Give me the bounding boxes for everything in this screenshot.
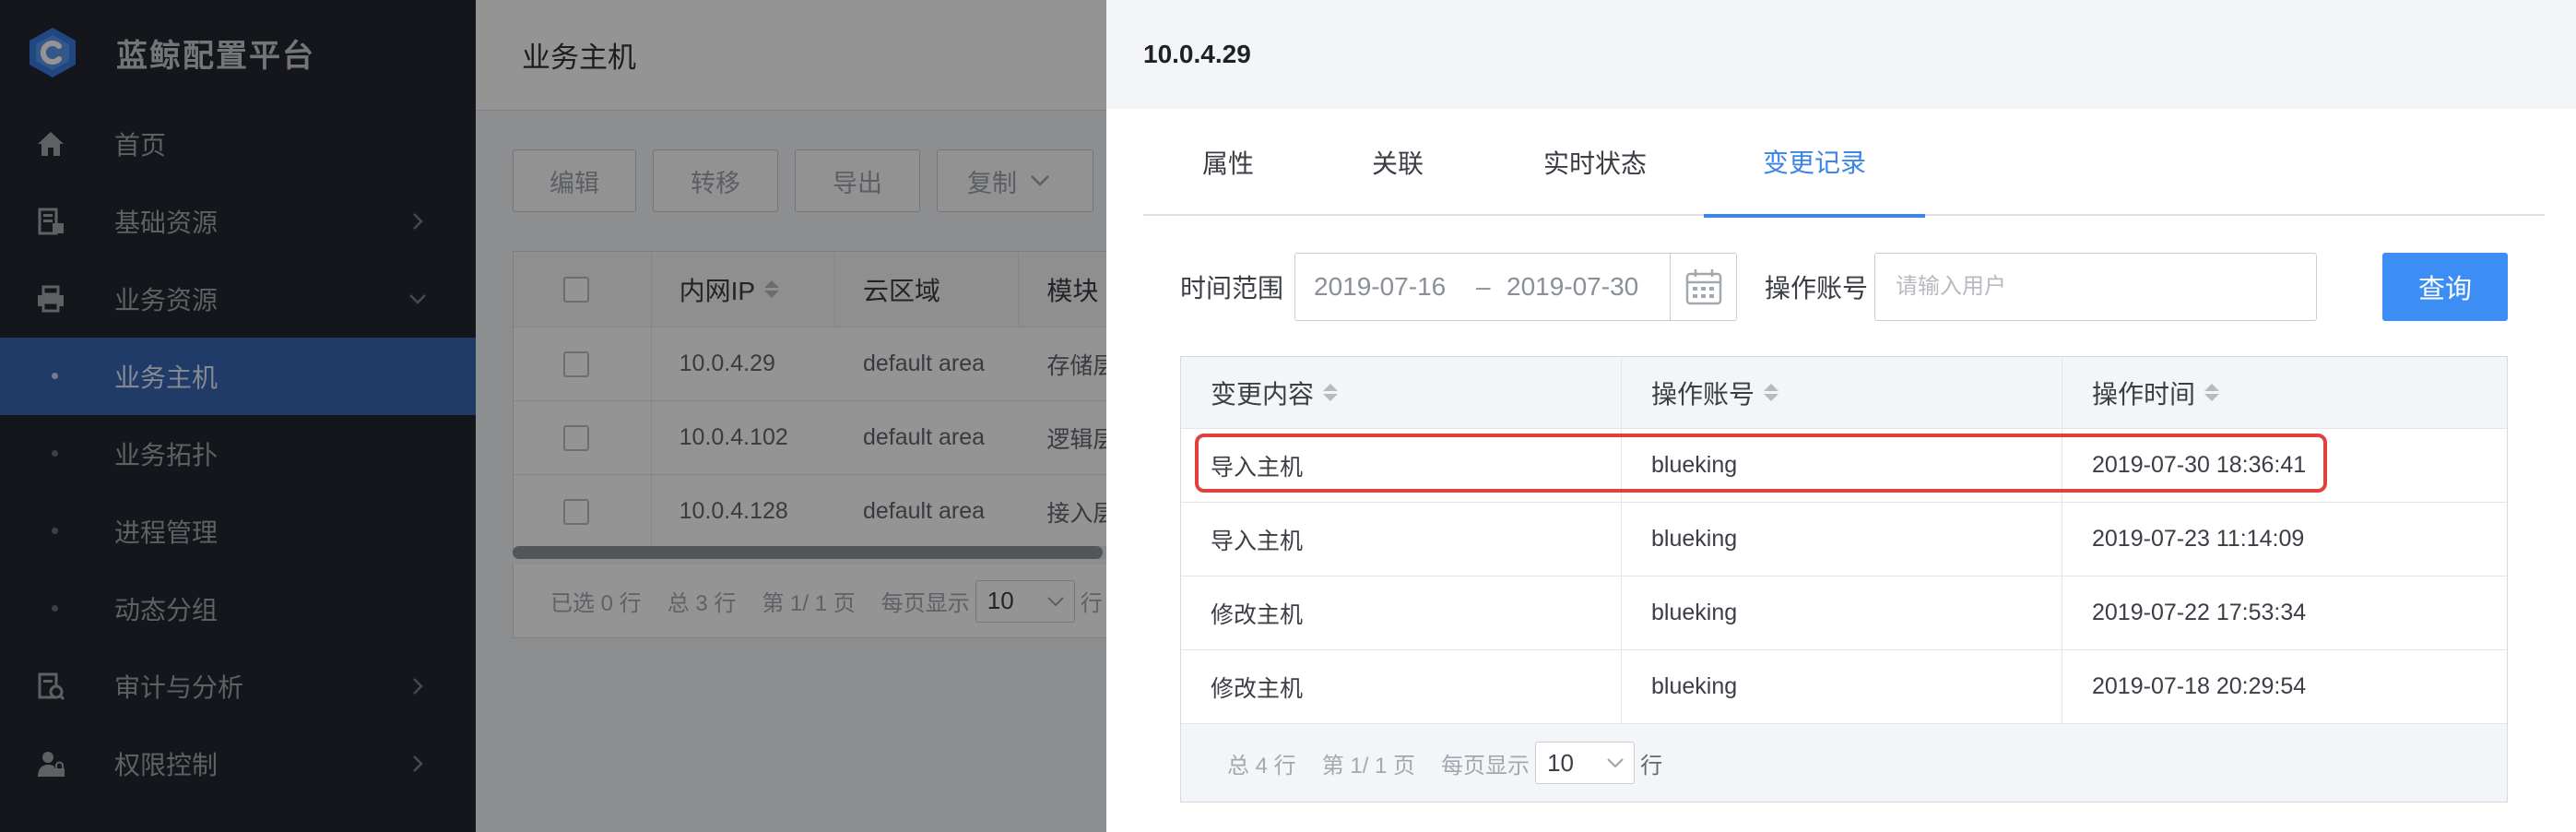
cell-account: blueking bbox=[1622, 429, 2062, 502]
column-header-time[interactable]: 操作时间 bbox=[2062, 357, 2507, 428]
chevron-down-icon bbox=[1607, 758, 1624, 768]
column-header-account[interactable]: 操作账号 bbox=[1622, 357, 2062, 428]
tab-attributes[interactable]: 属性 bbox=[1143, 109, 1313, 216]
table-row[interactable]: 导入主机 blueking 2019-07-23 11:14:09 bbox=[1181, 503, 2507, 576]
table-row[interactable]: 修改主机 blueking 2019-07-18 20:29:54 bbox=[1181, 650, 2507, 724]
column-header-content[interactable]: 变更内容 bbox=[1181, 357, 1622, 428]
page-size: 每页显示 10 行 bbox=[1441, 742, 1662, 784]
per-page-label: 每页显示 bbox=[1441, 753, 1530, 779]
table-header: 变更内容 操作账号 操作时间 bbox=[1181, 357, 2507, 429]
table-row[interactable]: 导入主机 blueking 2019-07-30 18:36:41 bbox=[1181, 429, 2507, 503]
query-button[interactable]: 查询 bbox=[2382, 253, 2508, 321]
account-label: 操作账号 bbox=[1765, 274, 1869, 303]
cell-time: 2019-07-23 11:14:09 bbox=[2092, 526, 2305, 552]
modal-overlay[interactable] bbox=[0, 0, 1106, 832]
date-range-picker[interactable]: 2019-07-16 – 2019-07-30 bbox=[1294, 253, 1737, 321]
table-row[interactable]: 修改主机 blueking 2019-07-22 17:53:34 bbox=[1181, 576, 2507, 650]
column-label: 变更内容 bbox=[1211, 379, 1315, 409]
filter-row: 时间范围 2019-07-16 – 2019-07-30 操作账号 查询 bbox=[1180, 253, 2508, 321]
page-indicator: 第 1/ 1 页 bbox=[1321, 753, 1416, 779]
page-size-value: 10 bbox=[1547, 748, 1574, 777]
calendar-icon[interactable] bbox=[1670, 254, 1736, 320]
sort-icon[interactable] bbox=[1323, 384, 1339, 401]
cell-time: 2019-07-22 17:53:34 bbox=[2092, 600, 2307, 625]
date-end: 2019-07-30 bbox=[1507, 272, 1639, 301]
column-label: 操作账号 bbox=[1651, 379, 1755, 409]
date-separator: – bbox=[1476, 272, 1491, 301]
pagination: 总 4 行 第 1/ 1 页 每页显示 10 行 bbox=[1181, 724, 2507, 802]
cell-account: blueking bbox=[1622, 503, 2062, 576]
cell-account: blueking bbox=[1622, 650, 2062, 723]
change-record-table: 变更内容 操作账号 操作时间 导入主机 blueking 2019-07-30 … bbox=[1180, 356, 2508, 802]
cell-time: 2019-07-18 20:29:54 bbox=[2092, 673, 2307, 699]
page-size-select[interactable]: 10 bbox=[1535, 742, 1636, 784]
tab-bar: 属性 关联 实时状态 变更记录 bbox=[1143, 109, 2545, 218]
tab-change-history[interactable]: 变更记录 bbox=[1704, 109, 1925, 218]
tab-relations[interactable]: 关联 bbox=[1313, 109, 1483, 216]
total-count: 总 4 行 bbox=[1227, 753, 1296, 779]
time-range-label: 时间范围 bbox=[1180, 274, 1284, 303]
sort-icon[interactable] bbox=[2204, 384, 2220, 401]
tab-realtime-status[interactable]: 实时状态 bbox=[1483, 109, 1707, 216]
date-start: 2019-07-16 bbox=[1314, 272, 1447, 301]
column-label: 操作时间 bbox=[2092, 379, 2196, 409]
cell-content: 导入主机 bbox=[1181, 429, 1622, 502]
sort-icon[interactable] bbox=[1764, 384, 1779, 401]
per-page-suffix: 行 bbox=[1640, 753, 1663, 779]
cell-content: 导入主机 bbox=[1181, 503, 1622, 576]
cell-content: 修改主机 bbox=[1181, 576, 1622, 649]
panel-title: 10.0.4.29 bbox=[1106, 0, 2576, 109]
cell-account: blueking bbox=[1622, 576, 2062, 649]
host-detail-panel: 10.0.4.29 属性 关联 实时状态 变更记录 时间范围 2019-07-1… bbox=[1106, 0, 2576, 832]
cell-time: 2019-07-30 18:36:41 bbox=[2092, 452, 2307, 478]
account-input[interactable] bbox=[1874, 253, 2317, 321]
cell-content: 修改主机 bbox=[1181, 650, 1622, 723]
